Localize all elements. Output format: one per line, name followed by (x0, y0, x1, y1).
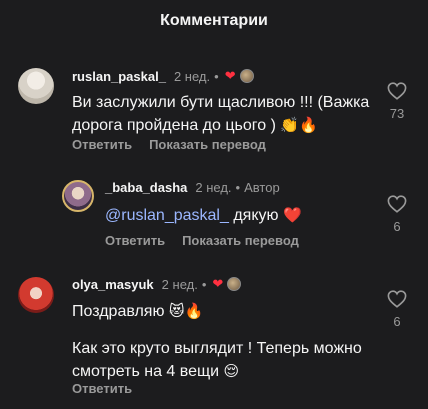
username[interactable]: ruslan_paskal_ (72, 69, 166, 84)
like-group: 6 (382, 290, 412, 329)
separator-dot: • (235, 180, 241, 195)
creator-avatar (227, 277, 242, 291)
timestamp: 2 нед. (195, 180, 232, 195)
comment-emoji: 👏🔥 (280, 116, 318, 134)
reply-emoji: ❤️ (282, 206, 302, 224)
timestamp: 2 нед. (173, 68, 211, 84)
creator-heart-icon: ❤ (212, 276, 224, 291)
reply-body: дякую (233, 207, 279, 224)
avatar[interactable] (18, 277, 54, 313)
heart-outline-icon[interactable] (387, 290, 407, 308)
like-count: 6 (393, 314, 401, 329)
translate-button[interactable]: Показать перевод (149, 137, 266, 152)
comment-emoji: 😻🔥 (168, 302, 204, 320)
comment-text-line2: Как это круто выглядит ! Теперь можно см… (72, 338, 382, 383)
username[interactable]: _baba_dasha (105, 180, 187, 195)
creator-heart-icon: ❤ (224, 68, 236, 83)
reply-actions: Ответить Показать перевод (105, 233, 316, 248)
comment-meta: ruslan_paskal_ 2 нед. • ❤ (72, 68, 254, 84)
avatar[interactable] (62, 180, 94, 212)
like-group: 6 (382, 195, 412, 234)
username[interactable]: olya_masyuk (72, 277, 154, 292)
comment-body: Ви заслужили бути щасливою !!! (Важка до… (72, 94, 370, 134)
like-group: 73 (382, 82, 412, 121)
comment-body: Поздравляю (72, 303, 165, 320)
reply-meta: _baba_dasha 2 нед. • Автор (105, 180, 280, 195)
avatar[interactable] (18, 68, 54, 104)
translate-button[interactable]: Показать перевод (182, 233, 299, 248)
separator-dot: • (214, 68, 219, 84)
reply-button[interactable]: Ответить (105, 233, 165, 248)
comment-actions: Ответить Показать перевод (72, 137, 283, 152)
comment-meta: olya_masyuk 2 нед. • ❤ (72, 276, 242, 292)
reply-button[interactable]: Ответить (72, 137, 132, 152)
heart-outline-icon[interactable] (387, 82, 407, 100)
mention-link[interactable]: @ruslan_paskal_ (105, 207, 229, 224)
comment-text-line1: Поздравляю 😻🔥 (72, 300, 382, 323)
reply-text: @ruslan_paskal_ дякую ❤️ (105, 204, 375, 227)
author-badge: Автор (244, 180, 280, 195)
heart-outline-icon[interactable] (387, 195, 407, 213)
comment-actions: Ответить (72, 381, 149, 396)
creator-avatar (239, 69, 254, 83)
comment-emoji: 😌 (223, 362, 240, 380)
reply-button[interactable]: Ответить (72, 381, 132, 396)
comment-text: Ви заслужили бути щасливою !!! (Важка до… (72, 92, 382, 137)
comment-body: Как это круто выглядит ! Теперь можно см… (72, 340, 362, 380)
like-count: 6 (393, 219, 401, 234)
timestamp: 2 нед. (161, 276, 198, 292)
page-title: Комментарии (160, 12, 268, 29)
like-count: 73 (389, 106, 405, 121)
separator-dot: • (201, 276, 207, 292)
